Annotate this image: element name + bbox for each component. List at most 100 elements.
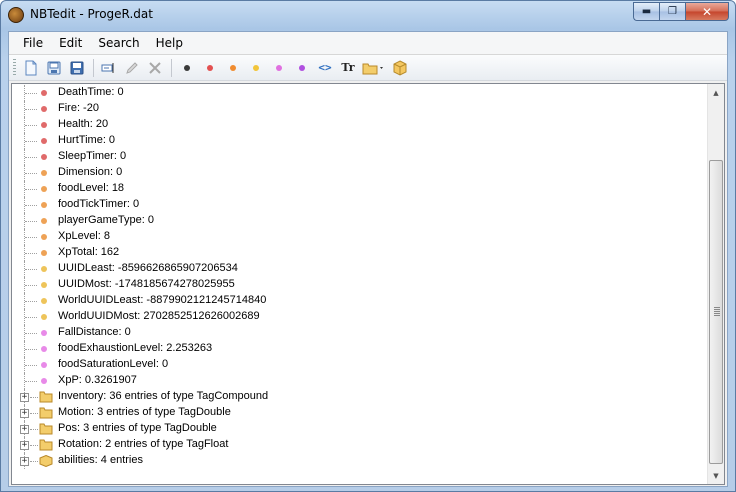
tree-line <box>25 189 37 190</box>
long-tag-icon <box>41 314 47 320</box>
tree-line <box>30 397 38 398</box>
scroll-down-button[interactable]: ▼ <box>708 467 724 484</box>
tree-row[interactable]: DeathTime: 0 <box>12 85 710 101</box>
tree-row-label: DeathTime: 0 <box>58 86 124 98</box>
tree-row[interactable]: + Inventory: 36 entries of type TagCompou… <box>12 389 710 405</box>
toolbar-grip[interactable] <box>13 58 16 77</box>
menu-bar: File Edit Search Help <box>9 32 727 54</box>
tree-row[interactable]: WorldUUIDLeast: -8879902121245714840 <box>12 293 710 309</box>
long-tag-icon <box>41 298 47 304</box>
tree-row[interactable]: + Rotation: 2 entries of type TagFloat <box>12 437 710 453</box>
app-window: NBTedit - ProgeR.dat ▬ ❐ ✕ File Edit Sea… <box>0 0 736 492</box>
tree-row-label: foodExhaustionLevel: 2.253263 <box>58 342 213 354</box>
tree-row-label: XpP: 0.3261907 <box>58 374 137 386</box>
new-file-icon[interactable] <box>20 57 42 79</box>
close-button[interactable]: ✕ <box>685 2 729 21</box>
compound-box-icon <box>39 455 53 467</box>
menu-file[interactable]: File <box>9 36 51 50</box>
list-folder-icon <box>39 407 53 419</box>
tree-row-label: playerGameType: 0 <box>58 214 154 226</box>
toolbar-separator <box>171 58 172 77</box>
open-file-icon[interactable] <box>43 57 65 79</box>
int-tag-icon <box>41 218 47 224</box>
vertical-scrollbar[interactable]: ▲ ▼ <box>707 84 724 484</box>
tree-row[interactable]: SleepTimer: 0 <box>12 149 710 165</box>
tree-row[interactable]: playerGameType: 0 <box>12 213 710 229</box>
compound-tag-icon[interactable] <box>389 57 411 79</box>
short-tag-icon[interactable] <box>199 57 221 79</box>
tree-row-label: WorldUUIDLeast: -8879902121245714840 <box>58 294 267 306</box>
title-bar[interactable]: NBTedit - ProgeR.dat ▬ ❐ ✕ <box>1 1 735 29</box>
tree-row[interactable]: XpLevel: 8 <box>12 229 710 245</box>
tree-row[interactable]: Dimension: 0 <box>12 165 710 181</box>
float-tag-icon <box>41 378 47 384</box>
menu-help[interactable]: Help <box>148 36 191 50</box>
tree-row[interactable]: foodLevel: 18 <box>12 181 710 197</box>
float-tag-icon[interactable] <box>268 57 290 79</box>
save-icon[interactable] <box>66 57 88 79</box>
tree-row[interactable]: + Pos: 3 entries of type TagDouble <box>12 421 710 437</box>
tree-row[interactable]: UUIDLeast: -8596626865907206534 <box>12 261 710 277</box>
tree-row[interactable]: HurtTime: 0 <box>12 133 710 149</box>
double-tag-icon[interactable] <box>291 57 313 79</box>
rename-icon[interactable] <box>98 57 120 79</box>
list-tag-icon[interactable] <box>360 57 388 79</box>
minimize-button[interactable]: ▬ <box>633 2 659 21</box>
tree-line <box>25 221 37 222</box>
array-tag-icon[interactable]: <> <box>314 57 336 79</box>
int-tag-icon[interactable] <box>222 57 244 79</box>
tree-row[interactable]: WorldUUIDMost: 2702852512626002689 <box>12 309 710 325</box>
int-tag-icon <box>41 186 47 192</box>
delete-icon[interactable] <box>144 57 166 79</box>
expand-icon[interactable]: + <box>20 457 29 466</box>
tree-line <box>25 269 37 270</box>
string-tag-icon[interactable]: Tr <box>337 57 359 79</box>
tree-row[interactable]: foodTickTimer: 0 <box>12 197 710 213</box>
maximize-button[interactable]: ❐ <box>659 2 685 21</box>
tree-line <box>25 141 37 142</box>
tree-row[interactable]: + abilities: 4 entries <box>12 453 710 469</box>
tree-row[interactable]: foodSaturationLevel: 0 <box>12 357 710 373</box>
long-tag-icon <box>41 266 47 272</box>
tree-line <box>30 413 38 414</box>
float-tag-icon <box>41 346 47 352</box>
tree-row[interactable]: XpTotal: 162 <box>12 245 710 261</box>
int-tag-icon <box>41 170 47 176</box>
short-tag-icon <box>41 122 47 128</box>
expand-icon[interactable]: + <box>20 393 29 402</box>
tree-row-label: Dimension: 0 <box>58 166 123 178</box>
double-tag-dot <box>299 64 305 71</box>
expand-icon[interactable]: + <box>20 409 29 418</box>
scroll-thumb[interactable] <box>709 160 723 464</box>
tree-row-label: HurtTime: 0 <box>58 134 116 146</box>
expand-icon[interactable]: + <box>20 441 29 450</box>
tree-row[interactable]: XpP: 0.3261907 <box>12 373 710 389</box>
menu-edit[interactable]: Edit <box>51 36 90 50</box>
toolbar: <> Tr <box>9 55 727 81</box>
float-tag-dot <box>276 64 282 71</box>
string-tag-label: Tr <box>341 61 355 74</box>
edit-value-icon[interactable] <box>121 57 143 79</box>
tree-line <box>30 461 38 462</box>
tree-row[interactable]: UUIDMost: -1748185674278025955 <box>12 277 710 293</box>
menu-search[interactable]: Search <box>90 36 147 50</box>
tree-row-label: UUIDLeast: -8596626865907206534 <box>58 262 238 274</box>
tree-row[interactable]: Health: 20 <box>12 117 710 133</box>
byte-tag-icon[interactable] <box>176 57 198 79</box>
tree-row-label: Pos: 3 entries of type TagDouble <box>58 422 217 434</box>
tree-row-label: FallDistance: 0 <box>58 326 131 338</box>
tree-row[interactable]: + Motion: 3 entries of type TagDouble <box>12 405 710 421</box>
int-tag-icon <box>41 234 47 240</box>
int-tag-dot <box>230 64 236 71</box>
tree-line <box>25 125 37 126</box>
short-tag-dot <box>207 64 213 71</box>
tree-row-label: Motion: 3 entries of type TagDouble <box>58 406 231 418</box>
expand-icon[interactable]: + <box>20 425 29 434</box>
tree-row[interactable]: FallDistance: 0 <box>12 325 710 341</box>
scroll-up-button[interactable]: ▲ <box>708 84 724 101</box>
tree-row[interactable]: foodExhaustionLevel: 2.253263 <box>12 341 710 357</box>
tree-line <box>25 237 37 238</box>
nbt-tree-view[interactable]: DeathTime: 0 Fire: -20 Health: 20 HurtTime:… <box>11 83 725 485</box>
long-tag-icon[interactable] <box>245 57 267 79</box>
tree-row[interactable]: Fire: -20 <box>12 101 710 117</box>
